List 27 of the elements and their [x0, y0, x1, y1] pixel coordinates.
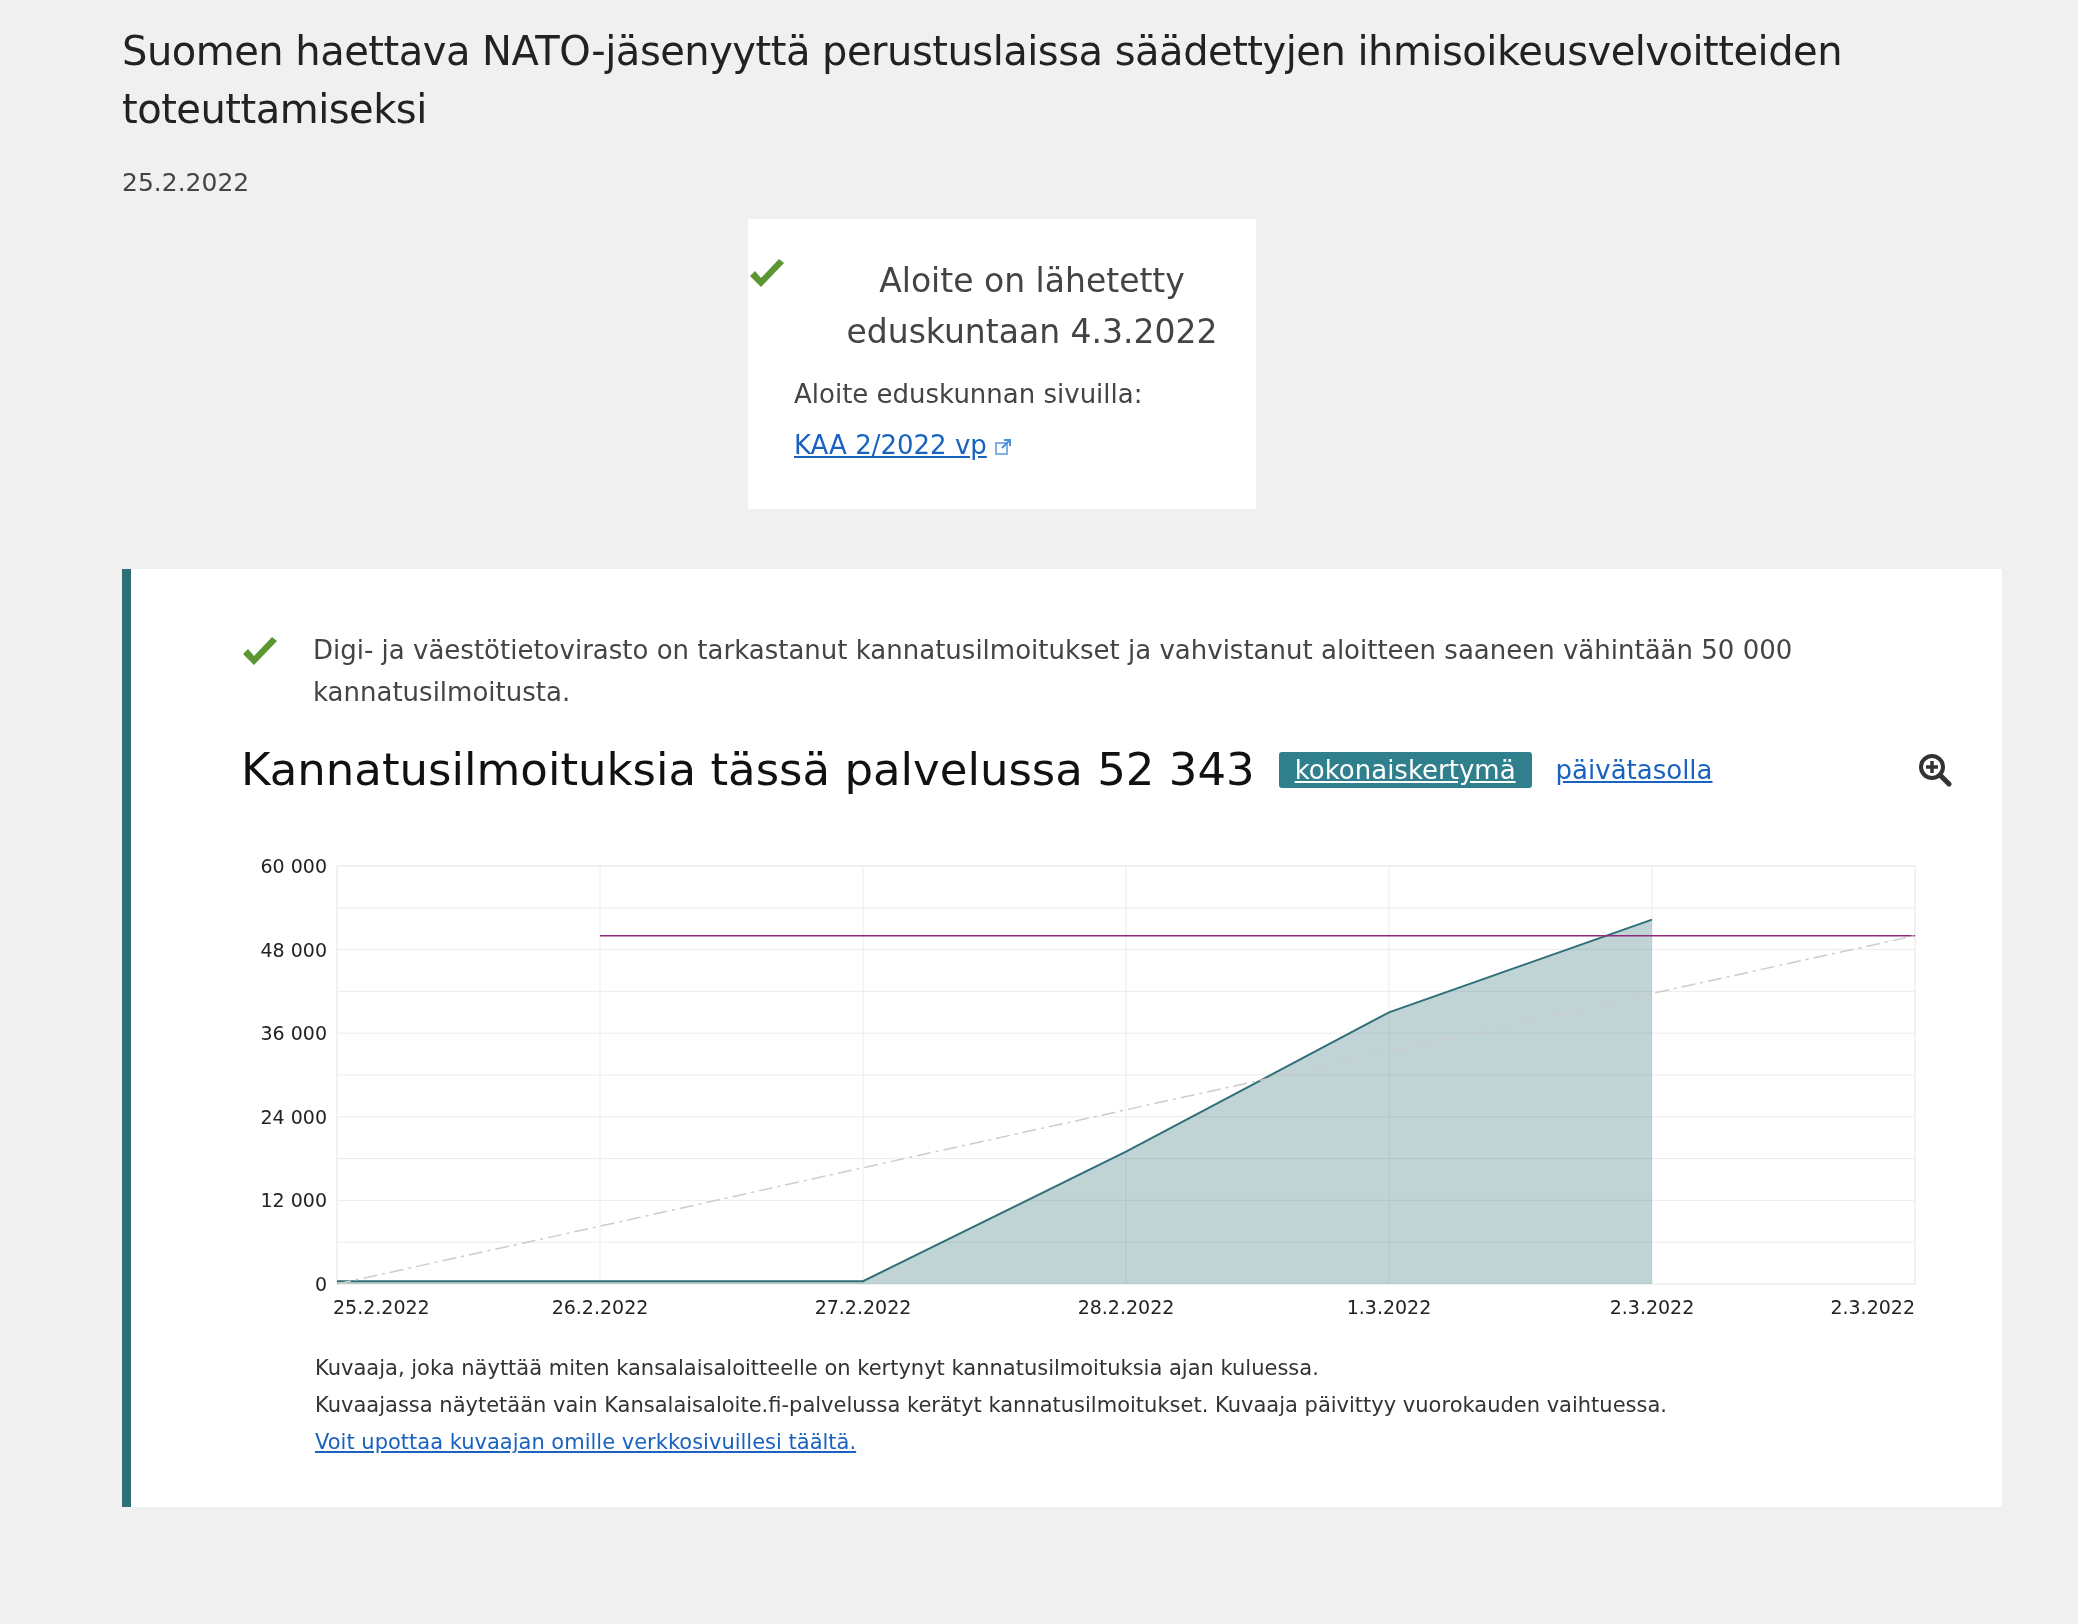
x-axis-label: 2.3.2022: [1830, 1296, 1915, 1316]
parliament-link[interactable]: KAA 2/2022 vp: [794, 430, 987, 460]
x-axis-label: 27.2.2022: [814, 1296, 912, 1316]
chart-description: Kuvaaja, joka näyttää miten kansalaisaloitteelle on kertynyt kannatusilmoituksia ajan kuluessa.: [315, 1355, 1320, 1382]
y-axis-label: 60 000: [260, 855, 327, 877]
y-axis-label: 36 000: [260, 1022, 327, 1045]
date-text: 25.2.2022: [122, 168, 251, 197]
external-link-icon: [994, 438, 1011, 455]
x-axis-label: 26.2.2022: [551, 1296, 649, 1316]
x-axis-label: 25.2.2022: [333, 1296, 430, 1316]
x-axis-label: 1.3.2022: [1346, 1296, 1432, 1316]
y-axis-label: 24 000: [260, 1105, 327, 1128]
page-title: Suomen haettava NATO-jäsenyyttä perustuslaissa säädettyjen ihmisoikeusvelvoitteiden toteuttamiseksi: [122, 27, 1844, 134]
embed-link[interactable]: Voit upottaa kuvaajan omille verkkosivuillesi täältä.: [315, 1430, 857, 1454]
y-axis-label: 12 000: [260, 1189, 327, 1212]
verification-text: Digi- ja väestötietovirasto on tarkastanut kannatusilmoitukset ja vahvistanut aloitteen saaneen vähintään 50 000 kannatusilmoitusta.: [313, 634, 1794, 709]
y-axis-label: 0: [314, 1273, 327, 1295]
x-axis-label: 28.2.2022: [1077, 1296, 1175, 1316]
x-axis-label: 2.3.2022: [1609, 1296, 1695, 1316]
view-toggle[interactable]: päivätasolla: [1539, 751, 1729, 788]
view-toggle[interactable]: kokonaiskertymä: [1278, 751, 1532, 788]
y-axis-label: 48 000: [260, 938, 327, 961]
support-count-heading: Kannatusilmoituksia tässä palvelussa 52 343: [241, 743, 1255, 796]
chart-description: Kuvaajassa näytetään vain Kansalaisaloite.fi-palvelussa kerätyt kannatusilmoitukset. Kuvaaja päivittyy vuorokauden vaihtuessa.: [315, 1392, 1668, 1419]
link-label: Aloite eduskunnan sivuilla: KAA 2/2022 vp: [793, 378, 1144, 462]
status-heading: Aloite on lähetetty eduskuntaan 4.3.2022: [845, 260, 1219, 353]
zoom-in-icon[interactable]: [1918, 752, 1952, 787]
